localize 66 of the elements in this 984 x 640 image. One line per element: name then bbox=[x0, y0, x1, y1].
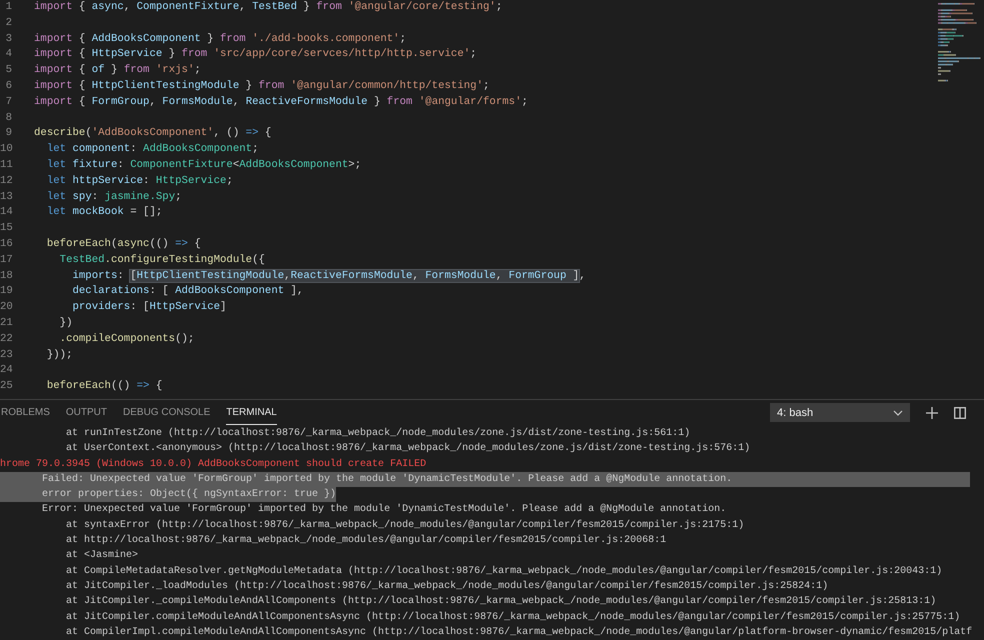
split-icon[interactable] bbox=[954, 406, 966, 418]
line-number: 6 bbox=[4, 78, 12, 94]
terminal-line: at syntaxError (http://localhost:9876/_karma_webpack_/node_modules/@angular/compiler/fesm2015/compiler.js:2175:1) bbox=[65, 518, 744, 533]
terminal-line: at CompilerImpl.compileModuleAndAllComponentsAsync (http://localhost:9876/_karma_webpack_/node_modules/@angular/platform-browser-dynamic/fesm2015/platf bbox=[65, 626, 972, 640]
terminal-line: at JitCompiler.compileModuleAndAllComponentsAsync (http://localhost:9876/_karma_webpack_/node_modules/@angular/compiler/fesm2015/compiler.js:25775:1) bbox=[65, 610, 960, 625]
line-number: 15 bbox=[0, 221, 12, 236]
code-line: let component: AddBooksComponent; bbox=[46, 142, 258, 158]
code-line: beforeEach(() => { bbox=[46, 379, 162, 394]
line-number: 2 bbox=[4, 16, 12, 31]
line-number: 7 bbox=[4, 94, 12, 110]
line-number: 12 bbox=[0, 174, 12, 189]
line-number: 20 bbox=[0, 300, 12, 316]
line-number: 4 bbox=[4, 47, 12, 62]
code-line: import { of } from 'rxjs'; bbox=[34, 63, 201, 78]
terminal-line: at JitCompiler._compileModuleAndAllComponents (http://localhost:9876/_karma_webpack_/node_modules/@angular/compiler/fesm2015/compiler.js:25813:1) bbox=[65, 594, 936, 610]
terminal-select[interactable]: 4: bash bbox=[770, 403, 910, 422]
line-number: 14 bbox=[0, 205, 12, 220]
terminal-line: at http://localhost:9876/_karma_webpack_/node_modules/@angular/compiler/fesm2015/compiler.js:20068:1 bbox=[65, 534, 666, 548]
code-line: }) bbox=[58, 316, 72, 331]
chevron-icon bbox=[893, 410, 903, 416]
line-number: 1 bbox=[4, 0, 12, 15]
code-line: import { AddBooksComponent } from './add-books.component'; bbox=[34, 32, 406, 47]
code-line: .compileComponents(); bbox=[58, 332, 194, 347]
line-number: 13 bbox=[0, 190, 12, 205]
code-line: let mockBook = []; bbox=[46, 205, 162, 220]
line-number: 10 bbox=[0, 142, 12, 158]
panel-tab[interactable]: TERMINAL bbox=[226, 400, 277, 425]
code-line: TestBed.configureTestingModule({ bbox=[58, 252, 265, 268]
panel-tab[interactable]: ROBLEMS bbox=[1, 400, 50, 425]
panel-tab[interactable]: OUTPUT bbox=[66, 400, 108, 425]
code-line: providers: [HttpService] bbox=[71, 300, 226, 316]
panel-tab[interactable]: DEBUG CONSOLE bbox=[123, 400, 210, 425]
code-line: import { async, ComponentFixture, TestBed } from '@angular/core/testing'; bbox=[34, 0, 502, 15]
line-number: 11 bbox=[0, 158, 12, 173]
line-number: 8 bbox=[4, 110, 12, 126]
plus-icon[interactable] bbox=[926, 406, 938, 418]
terminal-line: at UserContext.<anonymous> (http://localhost:9876/_karma_webpack_/node_modules/zone.js/dist/zone-testing.js:576:1) bbox=[65, 442, 750, 456]
line-number: 5 bbox=[4, 63, 12, 78]
code-line: import { FormGroup, FormsModule, ReactiveFormsModule } from '@angular/forms'; bbox=[34, 94, 528, 110]
line-number: 19 bbox=[0, 284, 12, 300]
code-line: import { HttpClientTestingModule } from '@angular/common/http/testing'; bbox=[34, 78, 490, 94]
code-line: let fixture: ComponentFixture<AddBooksComponent>; bbox=[46, 158, 362, 173]
line-number: 17 bbox=[0, 252, 12, 268]
code-line: imports: [HttpClientTestingModule,ReactiveFormsModule, FormsModule, FormGroup ], bbox=[71, 268, 586, 284]
line-number: 16 bbox=[0, 236, 12, 252]
line-number: 23 bbox=[0, 348, 12, 363]
line-number: 24 bbox=[0, 363, 12, 378]
terminal-line: Error: Unexpected value 'FormGroup' imported by the module 'DynamicTestModule'. Please add a @NgModule annotation. bbox=[41, 502, 726, 518]
line-number: 25 bbox=[0, 379, 12, 394]
line-number: 9 bbox=[4, 126, 12, 142]
terminal-line: at JitCompiler._loadModules (http://localhost:9876/_karma_webpack_/node_modules/@angular/compiler/fesm2015/compiler.js:25824:1) bbox=[65, 580, 828, 594]
terminal-line: at runInTestZone (http://localhost:9876/_karma_webpack_/node_modules/zone.js/dist/zone-testing.js:561:1) bbox=[65, 426, 690, 441]
code-line: })); bbox=[46, 348, 72, 363]
line-number: 3 bbox=[4, 32, 12, 47]
code-line: declarations: [ AddBooksComponent ], bbox=[71, 284, 304, 300]
code-line: describe('AddBooksComponent', () => { bbox=[34, 126, 272, 142]
terminal-line: at <Jasmine> bbox=[65, 548, 138, 564]
terminal-line: at CompileMetadataResolver.getNgModuleMetadata (http://localhost:9876/_karma_webpack_/node_modules/@angular/compiler/fesm2015/compiler.js:20043:1) bbox=[65, 564, 942, 579]
terminal-line: hrome 79.0.3945 (Windows 10.0.0) AddBooksComponent should create FAILED bbox=[0, 458, 426, 472]
code-line: beforeEach(async(() => { bbox=[46, 236, 201, 252]
line-number: 18 bbox=[0, 268, 12, 284]
code-line: let httpService: HttpService; bbox=[46, 174, 233, 189]
line-number: 21 bbox=[0, 316, 12, 331]
code-line: let spy: jasmine.Spy; bbox=[46, 190, 182, 205]
line-number: 22 bbox=[0, 332, 12, 347]
code-line: import { HttpService } from 'src/app/core/servces/http/http.service'; bbox=[34, 47, 477, 62]
